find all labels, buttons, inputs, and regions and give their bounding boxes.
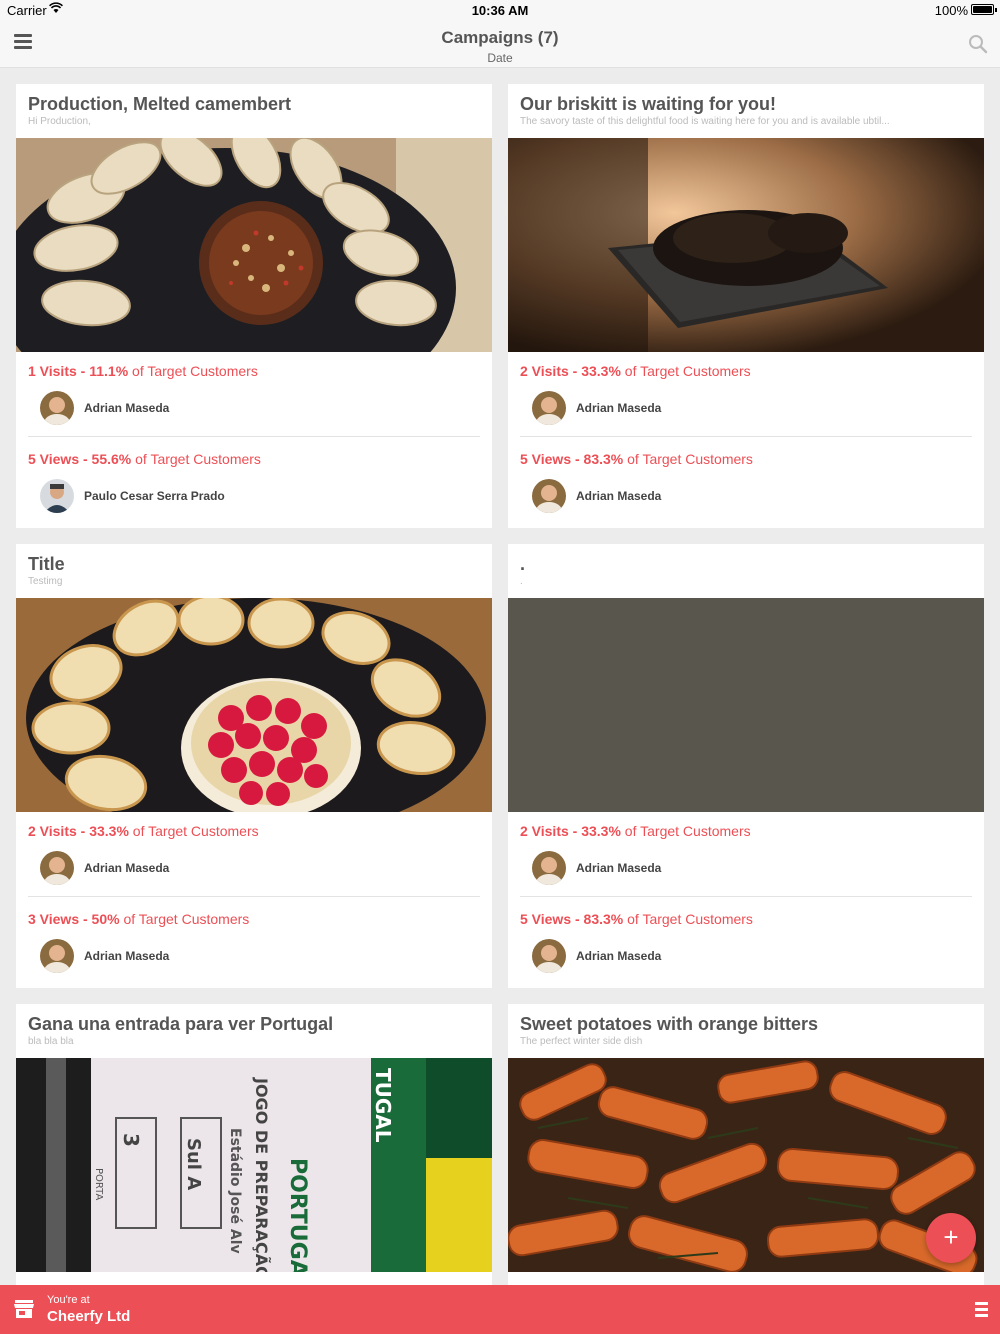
campaign-title: Our briskitt is waiting for you!	[520, 94, 777, 114]
status-bar: Carrier 10:36 AM 100%	[0, 0, 1000, 20]
location-label: You're at	[47, 1294, 90, 1306]
campaign-card[interactable]: Production, Melted camembert Hi Producti…	[16, 84, 492, 528]
avatar	[532, 479, 566, 513]
svg-text:TUGAL: TUGAL	[371, 1068, 395, 1143]
avatar	[40, 391, 74, 425]
avatar	[532, 939, 566, 973]
add-campaign-button[interactable]: +	[926, 1213, 976, 1263]
viewer-name: Adrian Maseda	[576, 489, 662, 503]
visits-stat: 2 Visits - 33.3% of Target Customers	[520, 363, 751, 379]
svg-text:PORTUGAL: PORTUGAL	[285, 1158, 310, 1272]
divider	[28, 436, 480, 437]
campaign-subtitle: bla bla bla	[28, 1036, 74, 1047]
venue-bar[interactable]: You're at Cheerfy Ltd	[0, 1285, 1000, 1334]
campaign-card[interactable]: Gana una entrada para ver Portugal bla b…	[16, 1004, 492, 1285]
divider	[520, 436, 972, 437]
battery-percent: 100%	[934, 3, 968, 18]
campaign-title: Sweet potatoes with orange bitters	[520, 1014, 819, 1034]
campaign-subtitle: Testimg	[28, 576, 63, 587]
sort-label[interactable]: Date	[0, 51, 1000, 65]
campaign-title: Gana una entrada para ver Portugal	[28, 1014, 334, 1034]
campaign-image	[16, 598, 492, 812]
campaign-title: Title	[28, 554, 65, 574]
svg-text:3: 3	[119, 1133, 143, 1147]
campaign-title: .	[520, 554, 526, 574]
campaign-subtitle: .	[520, 576, 523, 587]
battery-icon	[971, 4, 997, 15]
campaign-subtitle: Hi Production,	[28, 116, 91, 127]
views-stat: 5 Views - 83.3% of Target Customers	[520, 911, 753, 927]
svg-text:Sul A: Sul A	[183, 1138, 204, 1190]
list-icon[interactable]	[975, 1302, 988, 1317]
campaign-image	[508, 138, 984, 352]
avatar	[40, 939, 74, 973]
campaign-subtitle: The savory taste of this delightful food…	[520, 116, 890, 127]
views-stat: 5 Views - 83.3% of Target Customers	[520, 451, 753, 467]
visitor-name: Adrian Maseda	[84, 861, 170, 875]
avatar	[40, 851, 74, 885]
campaign-card[interactable]: Sweet potatoes with orange bitters The p…	[508, 1004, 984, 1285]
campaign-image	[508, 1058, 984, 1272]
visitor-name: Adrian Maseda	[576, 401, 662, 415]
campaign-image	[16, 138, 492, 352]
svg-text:JOGO DE PREPARAÇÃO: JOGO DE PREPARAÇÃO	[252, 1077, 271, 1272]
visits-stat: 2 Visits - 33.3% of Target Customers	[28, 823, 259, 839]
avatar	[532, 851, 566, 885]
viewer-name: Paulo Cesar Serra Prado	[84, 489, 225, 503]
campaign-card[interactable]: . . 2 Visits - 33.3% of Target Customers…	[508, 544, 984, 988]
campaign-image: PORTUGAL JOGO DE PREPARAÇÃO Estádio José…	[16, 1058, 492, 1272]
svg-text:Estádio José Alv: Estádio José Alv	[227, 1128, 243, 1254]
campaign-subtitle: The perfect winter side dish	[520, 1036, 643, 1047]
avatar	[40, 479, 74, 513]
viewer-name: Adrian Maseda	[84, 949, 170, 963]
campaign-title: Production, Melted camembert	[28, 94, 292, 114]
divider	[520, 896, 972, 897]
visitor-name: Adrian Maseda	[84, 401, 170, 415]
divider	[28, 896, 480, 897]
store-icon	[14, 1300, 34, 1318]
nav-bar: Campaigns (7) Date	[0, 20, 1000, 68]
visits-stat: 1 Visits - 11.1% of Target Customers	[28, 363, 258, 379]
views-stat: 5 Views - 55.6% of Target Customers	[28, 451, 261, 467]
campaign-card[interactable]: Title Testimg 2 Visits - 33.3% of Target…	[16, 544, 492, 988]
search-icon[interactable]	[968, 34, 988, 54]
venue-name: Cheerfy Ltd	[47, 1308, 131, 1325]
page-title: Campaigns (7)	[441, 28, 559, 47]
visits-stat: 2 Visits - 33.3% of Target Customers	[520, 823, 751, 839]
campaign-card[interactable]: Our briskitt is waiting for you! The sav…	[508, 84, 984, 528]
avatar	[532, 391, 566, 425]
campaign-image	[508, 598, 984, 812]
views-stat: 3 Views - 50% of Target Customers	[28, 911, 250, 927]
svg-text:PORTA: PORTA	[93, 1168, 104, 1200]
viewer-name: Adrian Maseda	[576, 949, 662, 963]
visitor-name: Adrian Maseda	[576, 861, 662, 875]
clock: 10:36 AM	[471, 3, 529, 18]
